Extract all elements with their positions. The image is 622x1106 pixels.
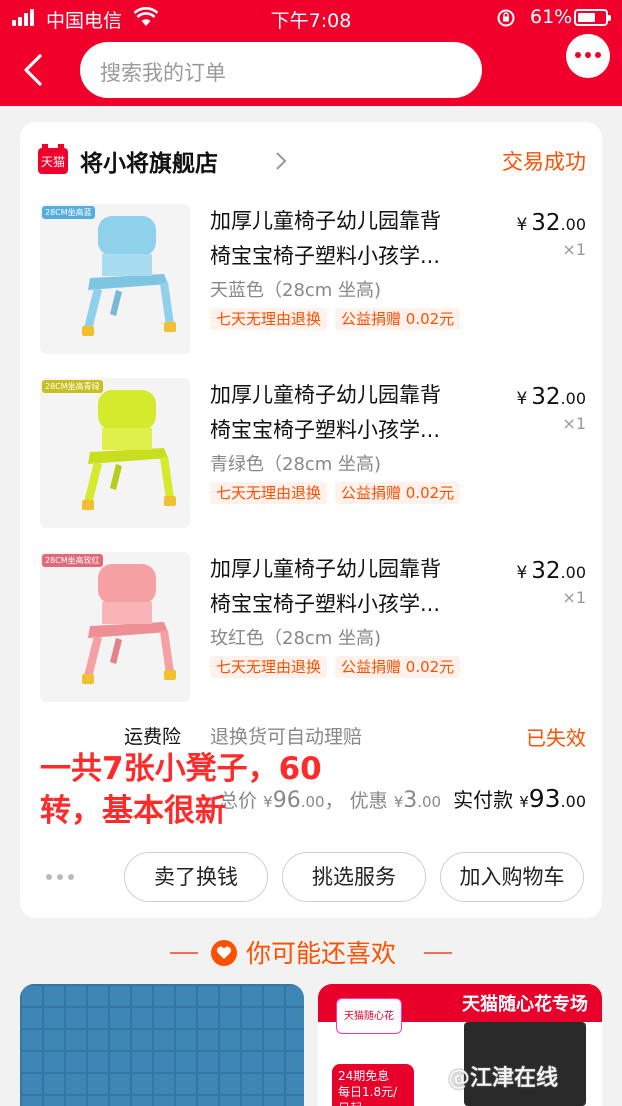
recommend-card[interactable] bbox=[20, 984, 304, 1106]
order-actions: 卖了换钱 挑选服务 加入购物车 bbox=[20, 852, 602, 902]
overlay-note: 一共7张小凳子，60 转，基本很新 bbox=[40, 748, 322, 832]
charity-badge: 公益捐赠 0.02元 bbox=[335, 656, 461, 678]
discount-integer: 3 bbox=[403, 788, 418, 813]
heart-icon bbox=[211, 940, 237, 966]
tmall-huabei-logo: 天猫随心花 bbox=[336, 998, 402, 1034]
product-spec: 天蓝色（28cm 坐高) bbox=[210, 280, 382, 301]
product-title[interactable]: 加厚儿童椅子幼儿园靠背 椅宝宝椅子塑料小孩学... bbox=[210, 378, 480, 448]
product-title-line: 加厚儿童椅子幼儿园靠背 bbox=[210, 209, 441, 233]
recommend-title: 你可能还喜欢 bbox=[246, 939, 397, 968]
chair-image bbox=[82, 564, 176, 684]
add-to-cart-button[interactable]: 加入购物车 bbox=[440, 852, 584, 902]
price-decimal: .00 bbox=[560, 389, 586, 408]
price-integer: 32 bbox=[531, 384, 561, 410]
product-title[interactable]: 加厚儿童椅子幼儿园靠背 椅宝宝椅子塑料小孩学... bbox=[210, 552, 480, 622]
currency-symbol: ¥ bbox=[516, 215, 528, 235]
divider-line bbox=[424, 952, 452, 954]
charity-badge: 公益捐赠 0.02元 bbox=[335, 482, 461, 504]
status-bar: 中国电信 下午7:08 61% bbox=[0, 0, 622, 36]
shop-name[interactable]: 将小将旗舰店 bbox=[80, 144, 218, 178]
product-badges: 七天无理由退换 公益捐赠 0.02元 bbox=[210, 482, 468, 506]
chair-image bbox=[82, 390, 176, 510]
currency-symbol: ¥ bbox=[519, 793, 529, 811]
thumb-tag: 28CM坐高蓝 bbox=[42, 206, 95, 219]
tmall-logo-icon: 天猫 bbox=[38, 144, 68, 174]
chevron-right-icon bbox=[276, 152, 287, 170]
back-arrow-icon[interactable] bbox=[20, 52, 48, 88]
price-integer: 32 bbox=[531, 558, 561, 584]
thumb-tag: 28CM坐高玫红 bbox=[42, 554, 103, 567]
order-status: 交易成功 bbox=[502, 150, 586, 174]
product-quantity: ×1 bbox=[562, 588, 586, 607]
return-badge: 七天无理由退换 bbox=[210, 308, 328, 330]
watermark: @江津在线 bbox=[448, 1066, 559, 1091]
product-title-line: 椅宝宝椅子塑料小孩学... bbox=[210, 592, 441, 616]
insurance-status: 已失效 bbox=[526, 726, 586, 750]
product-title-line: 椅宝宝椅子塑料小孩学... bbox=[210, 244, 441, 268]
order-item[interactable]: 28CM坐高蓝 加厚儿童椅子幼儿园靠背 椅宝宝椅子塑料小孩学... 天蓝色（28… bbox=[40, 204, 586, 354]
product-title-line: 加厚儿童椅子幼儿园靠背 bbox=[210, 383, 441, 407]
insurance-label: 运费险 bbox=[124, 726, 182, 748]
currency-symbol: ¥ bbox=[516, 563, 528, 583]
product-title-line: 椅宝宝椅子塑料小孩学... bbox=[210, 418, 441, 442]
product-title[interactable]: 加厚儿童椅子幼儿园靠背 椅宝宝椅子塑料小孩学... bbox=[210, 204, 480, 274]
price-decimal: .00 bbox=[560, 215, 586, 234]
clock: 下午7:08 bbox=[270, 10, 352, 32]
product-price: ¥32.00 bbox=[516, 558, 586, 584]
thumb-tag: 28CM坐高青绿 bbox=[42, 380, 103, 393]
promo-line: 每日1.8元/日起 bbox=[338, 1085, 398, 1106]
promo-line: 24期免息 bbox=[338, 1069, 390, 1083]
order-item[interactable]: 28CM坐高青绿 加厚儿童椅子幼儿园靠背 椅宝宝椅子塑料小孩学... 青绿色（2… bbox=[40, 378, 586, 528]
installment-promo: 24期免息 每日1.8元/日起 bbox=[332, 1064, 414, 1106]
currency-symbol: ¥ bbox=[516, 389, 528, 409]
product-badges: 七天无理由退换 公益捐赠 0.02元 bbox=[210, 656, 468, 680]
product-badges: 七天无理由退换 公益捐赠 0.02元 bbox=[210, 308, 468, 332]
order-card: 天猫 将小将旗舰店 交易成功 28CM坐高蓝 加厚儿童椅子幼儿园靠背 椅宝宝椅子… bbox=[20, 122, 602, 918]
return-badge: 七天无理由退换 bbox=[210, 482, 328, 504]
product-quantity: ×1 bbox=[562, 240, 586, 259]
battery-icon bbox=[574, 9, 611, 26]
order-item[interactable]: 28CM坐高玫红 加厚儿童椅子幼儿园靠背 椅宝宝椅子塑料小孩学... 玫红色（2… bbox=[40, 552, 586, 702]
product-quantity: ×1 bbox=[562, 414, 586, 433]
paid-label: 实付款 bbox=[453, 788, 514, 812]
paid-integer: 93 bbox=[528, 784, 561, 813]
currency-symbol: ¥ bbox=[393, 793, 404, 811]
product-thumbnail[interactable]: 28CM坐高玫红 bbox=[40, 552, 190, 702]
order-search-input[interactable]: 搜索我的订单 bbox=[80, 42, 482, 98]
product-thumbnail[interactable]: 28CM坐高青绿 bbox=[40, 378, 190, 528]
product-title-line: 加厚儿童椅子幼儿园靠背 bbox=[210, 557, 441, 581]
product-spec: 玫红色（28cm 坐高) bbox=[210, 628, 382, 649]
paid-decimal: .00 bbox=[560, 792, 586, 811]
overlay-note-line: 一共7张小凳子，60 bbox=[40, 751, 322, 787]
search-placeholder: 搜索我的订单 bbox=[100, 61, 226, 85]
shop-header[interactable]: 天猫 将小将旗舰店 交易成功 bbox=[36, 144, 586, 178]
return-badge: 七天无理由退换 bbox=[210, 656, 328, 678]
discount-label: 优惠 bbox=[349, 790, 388, 812]
discount-decimal: .00 bbox=[417, 793, 442, 811]
overlay-note-line: 转，基本很新 bbox=[40, 793, 226, 829]
charity-badge: 公益捐赠 0.02元 bbox=[335, 308, 461, 330]
chair-image bbox=[82, 216, 176, 336]
divider-line bbox=[170, 952, 198, 954]
sell-button[interactable]: 卖了换钱 bbox=[124, 852, 268, 902]
rotation-lock-icon bbox=[497, 9, 515, 27]
price-integer: 32 bbox=[531, 210, 561, 236]
product-price: ¥32.00 bbox=[516, 384, 586, 410]
price-decimal: .00 bbox=[560, 563, 586, 582]
recommend-header: 你可能还喜欢 bbox=[0, 932, 622, 972]
promo-banner-text: 天猫随心花专场 bbox=[462, 994, 588, 1015]
battery-percent: 61% bbox=[530, 6, 573, 28]
top-header: 中国电信 下午7:08 61% 搜索我的订单 bbox=[0, 0, 622, 106]
more-actions-icon[interactable] bbox=[46, 874, 80, 882]
product-thumbnail[interactable]: 28CM坐高蓝 bbox=[40, 204, 190, 354]
product-price: ¥32.00 bbox=[516, 210, 586, 236]
insurance-desc: 退换货可自动理赔 bbox=[210, 726, 363, 748]
tile-wall-image bbox=[20, 984, 304, 1106]
product-spec: 青绿色（28cm 坐高) bbox=[210, 454, 382, 475]
service-button[interactable]: 挑选服务 bbox=[282, 852, 426, 902]
